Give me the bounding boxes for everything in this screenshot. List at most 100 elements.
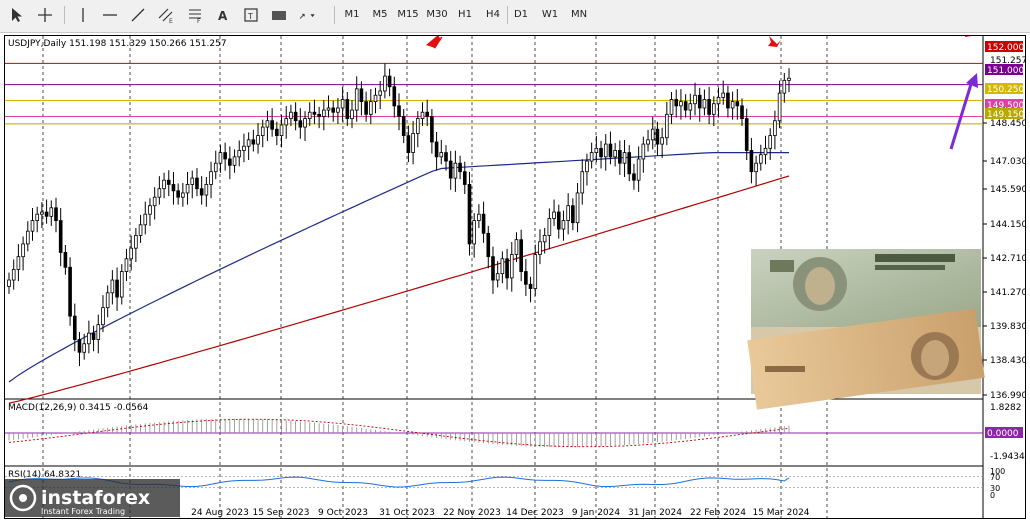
candle-body bbox=[495, 273, 500, 281]
vertical-line-icon[interactable] bbox=[74, 6, 92, 24]
candle-body bbox=[331, 107, 336, 113]
timeframe-m5[interactable]: M5 bbox=[366, 5, 394, 25]
candle-body bbox=[580, 171, 585, 194]
candle-body bbox=[448, 160, 453, 179]
candle-body bbox=[185, 184, 190, 194]
candle-body bbox=[209, 171, 213, 185]
candle-body bbox=[491, 256, 495, 281]
crosshair-icon[interactable] bbox=[36, 6, 54, 24]
candle-body bbox=[265, 120, 270, 128]
current-price-label: 151.257 bbox=[990, 56, 1025, 66]
candle-body bbox=[509, 254, 514, 279]
candle-body bbox=[87, 332, 91, 345]
timeframe-h4[interactable]: H4 bbox=[479, 5, 507, 25]
candle-body bbox=[312, 111, 317, 115]
candle-body bbox=[603, 143, 608, 158]
candle-body bbox=[82, 343, 86, 353]
rectangle-icon[interactable] bbox=[270, 6, 288, 24]
candle-body bbox=[472, 220, 476, 245]
timeframe-mn[interactable]: MN bbox=[565, 5, 593, 25]
candle-body bbox=[618, 150, 622, 164]
arrows-icon[interactable] bbox=[298, 6, 316, 24]
candle-body bbox=[439, 152, 444, 158]
timeframe-m15[interactable]: M15 bbox=[394, 5, 422, 25]
candle-body bbox=[16, 256, 21, 270]
candle-body bbox=[655, 128, 660, 145]
timeframe-w1[interactable]: W1 bbox=[536, 5, 564, 25]
candle-body bbox=[176, 190, 180, 198]
candle-body bbox=[425, 111, 430, 117]
candle-body bbox=[101, 307, 105, 326]
candle-body bbox=[58, 220, 63, 253]
candle-body bbox=[401, 116, 406, 136]
ma-red-line bbox=[8, 175, 790, 404]
candle-body bbox=[646, 139, 650, 145]
candle-body bbox=[354, 88, 359, 111]
candle-body bbox=[91, 332, 96, 340]
candle-body bbox=[11, 269, 16, 281]
level-label: 151.000 bbox=[987, 66, 1024, 76]
timeframe-m1[interactable]: M1 bbox=[338, 5, 366, 25]
annotation-arrows bbox=[426, 19, 978, 150]
candle-body bbox=[528, 283, 533, 289]
candle-body bbox=[552, 211, 556, 219]
candle-body bbox=[613, 150, 617, 158]
chart-area[interactable]: 148.450 147.030 145.590 144.150 142.710 141.2… bbox=[5, 19, 1027, 518]
candle-body bbox=[378, 90, 383, 96]
fibonacci-icon[interactable]: F bbox=[186, 6, 204, 24]
candle-body bbox=[223, 152, 227, 160]
candle-body bbox=[293, 111, 298, 122]
price-tick-label: 148.450 bbox=[990, 119, 1025, 129]
horizontal-line-icon[interactable] bbox=[101, 6, 119, 24]
channel-icon[interactable]: E bbox=[157, 6, 175, 24]
candle-body bbox=[561, 220, 566, 230]
timeframe-m30[interactable]: M30 bbox=[423, 5, 451, 25]
candle-body bbox=[119, 271, 124, 298]
candle-body bbox=[500, 258, 505, 275]
cursor-icon[interactable] bbox=[8, 6, 26, 24]
candle-body bbox=[735, 101, 740, 107]
timeframe-d1[interactable]: D1 bbox=[507, 5, 535, 25]
candle-body bbox=[30, 220, 35, 232]
candle-body bbox=[143, 213, 148, 226]
candle-body bbox=[787, 77, 791, 81]
candle-body bbox=[688, 103, 693, 111]
label-tool-icon[interactable]: T bbox=[242, 6, 260, 24]
macd-panel: MACD(12,26,9) 0.3415 -0.0564 1.8282 0.0000… bbox=[5, 403, 1025, 462]
date-label: 14 Dec 2023 bbox=[506, 508, 564, 518]
candle-body bbox=[415, 118, 420, 134]
candle-body bbox=[359, 88, 364, 103]
rsi-axis-label: 0 bbox=[990, 491, 995, 500]
text-tool-icon[interactable]: A bbox=[214, 6, 232, 24]
candle-body bbox=[481, 213, 486, 234]
candle-body bbox=[275, 128, 279, 136]
price-tick-label: 136.990 bbox=[990, 391, 1025, 401]
candle-body bbox=[749, 150, 754, 173]
timeframe-h1[interactable]: H1 bbox=[451, 5, 479, 25]
candle-body bbox=[702, 99, 707, 109]
candle-body bbox=[636, 158, 641, 181]
price-tick-label: 142.710 bbox=[990, 254, 1025, 264]
svg-text:A: A bbox=[218, 9, 228, 23]
candle-body bbox=[773, 120, 777, 136]
candle-body bbox=[782, 79, 787, 94]
currency-image bbox=[747, 249, 985, 410]
candle-body bbox=[683, 101, 688, 111]
candle-body bbox=[166, 179, 171, 185]
date-label: 22 Nov 2023 bbox=[443, 508, 501, 518]
candle-body bbox=[162, 179, 166, 190]
candle-body bbox=[674, 99, 679, 107]
candle-body bbox=[54, 207, 58, 221]
candle-body bbox=[462, 171, 467, 185]
candle-body bbox=[336, 107, 340, 113]
candle-body bbox=[585, 160, 589, 173]
candle-body bbox=[213, 162, 218, 173]
candle-body bbox=[650, 128, 655, 141]
trendline-icon[interactable] bbox=[129, 6, 147, 24]
candle-body bbox=[726, 92, 730, 109]
candle-body bbox=[251, 139, 256, 145]
instaforex-logo: instaforex Instant Forex Trading bbox=[5, 479, 180, 517]
candle-body bbox=[279, 124, 284, 136]
candle-body bbox=[589, 152, 594, 162]
chart-window[interactable]: 148.450 147.030 145.590 144.150 142.710 141.2… bbox=[4, 19, 1027, 519]
